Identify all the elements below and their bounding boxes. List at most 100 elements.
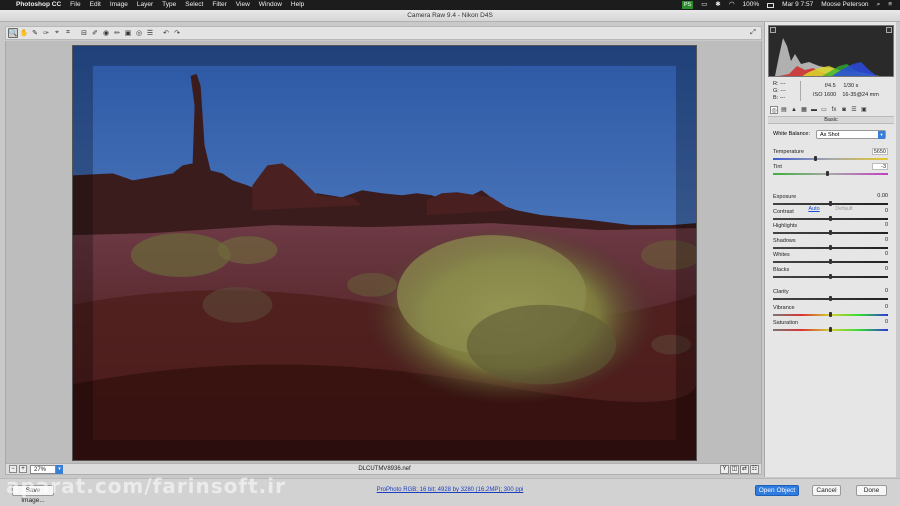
targeted-adjustment-tool-icon[interactable]: ⌖: [52, 28, 62, 38]
readout-b: B: ---: [773, 95, 786, 101]
slider-exposure[interactable]: Exposure 0.00: [773, 193, 888, 208]
slider-value-shadows[interactable]: 0: [872, 237, 888, 244]
slider-track-tint[interactable]: [773, 173, 888, 175]
tab-snapshots-icon[interactable]: ▣: [860, 106, 868, 114]
shadow-clipping-toggle[interactable]: [770, 27, 776, 33]
swap-icon[interactable]: ⇄: [740, 465, 749, 474]
slider-thumb-exposure[interactable]: [829, 201, 832, 206]
slider-highlights[interactable]: Highlights 0: [773, 222, 888, 237]
tab-split-toning-icon[interactable]: ▬: [810, 106, 818, 114]
slider-value-exposure[interactable]: 0.00: [872, 193, 888, 200]
readout-r: R: ---: [773, 81, 786, 87]
spot-removal-tool-icon[interactable]: ✐: [90, 28, 100, 38]
slider-value-saturation[interactable]: 0: [872, 319, 888, 326]
menu-help[interactable]: Help: [291, 0, 304, 10]
slider-track-temperature[interactable]: [773, 158, 888, 160]
photo-preview[interactable]: [72, 45, 697, 461]
menu-file[interactable]: File: [70, 0, 80, 10]
user-name[interactable]: Moose Peterson: [821, 0, 868, 10]
slider-value-whites[interactable]: 0: [872, 251, 888, 258]
slider-thumb-saturation[interactable]: [829, 327, 832, 332]
tab-lens-corrections-icon[interactable]: ▭: [820, 106, 828, 114]
slider-label-exposure: Exposure: [773, 194, 797, 200]
slider-thumb-whites[interactable]: [829, 259, 832, 264]
slider-value-vibrance[interactable]: 0: [872, 304, 888, 311]
battery-percent[interactable]: 100%: [743, 0, 760, 10]
menu-type[interactable]: Type: [162, 0, 176, 10]
slider-thumb-temperature[interactable]: [814, 156, 818, 161]
airplay-icon[interactable]: ▭: [701, 0, 707, 10]
slider-vibrance[interactable]: Vibrance 0: [773, 304, 888, 319]
tab-hsl-icon[interactable]: ▦: [800, 106, 808, 114]
slider-value-highlights[interactable]: 0: [872, 222, 888, 229]
color-sampler-tool-icon[interactable]: ✑: [41, 28, 51, 38]
clock[interactable]: Mar 9 7:57: [782, 0, 813, 10]
tab-tone-curve-icon[interactable]: ▤: [780, 106, 788, 114]
zoom-tool-icon[interactable]: 🔍: [8, 28, 18, 38]
battery-icon: [767, 2, 775, 8]
bluetooth-icon[interactable]: ✱: [715, 0, 720, 10]
done-button[interactable]: Done: [856, 485, 887, 496]
slider-shadows[interactable]: Shadows 0: [773, 237, 888, 252]
settings-copy-icon[interactable]: ☷: [750, 465, 759, 474]
open-object-button[interactable]: Open Object: [755, 485, 799, 496]
slider-tint[interactable]: Tint -3: [773, 163, 888, 178]
tab-detail-icon[interactable]: ▲: [790, 106, 798, 114]
slider-value-blacks[interactable]: 0: [872, 266, 888, 273]
white-balance-tool-icon[interactable]: ✎: [30, 28, 40, 38]
preferences-tool-icon[interactable]: ☰: [145, 28, 155, 38]
slider-temperature[interactable]: Temperature 5650: [773, 148, 888, 163]
menu-edit[interactable]: Edit: [90, 0, 101, 10]
slider-whites[interactable]: Whites 0: [773, 251, 888, 266]
slider-thumb-shadows[interactable]: [829, 245, 832, 250]
slider-thumb-blacks[interactable]: [829, 274, 832, 279]
menu-image[interactable]: Image: [110, 0, 128, 10]
menu-window[interactable]: Window: [259, 0, 282, 10]
radial-filter-tool-icon[interactable]: ◎: [134, 28, 144, 38]
menu-app-name[interactable]: Photoshop CC: [16, 0, 61, 10]
straighten-tool-icon[interactable]: ⊟: [79, 28, 89, 38]
menu-list-icon[interactable]: ≡: [888, 0, 892, 10]
white-balance-select[interactable]: As Shot ▾: [816, 130, 886, 139]
tab-presets-icon[interactable]: ☰: [850, 106, 858, 114]
hand-tool-icon[interactable]: ✋: [19, 28, 29, 38]
adjustment-brush-tool-icon[interactable]: ✏: [112, 28, 122, 38]
slider-saturation[interactable]: Saturation 0: [773, 319, 888, 334]
photoshop-status-icon[interactable]: PS: [681, 1, 694, 9]
tab-camera-calibration-icon[interactable]: ◙: [840, 106, 848, 114]
wifi-icon[interactable]: ◠: [729, 0, 735, 10]
search-icon[interactable]: ⌕: [877, 0, 881, 10]
readout-divider: [800, 81, 801, 101]
cancel-button[interactable]: Cancel: [812, 485, 841, 496]
menu-layer[interactable]: Layer: [137, 0, 153, 10]
before-after-icon[interactable]: ◫: [730, 465, 739, 474]
slider-value-contrast[interactable]: 0: [872, 208, 888, 215]
fullscreen-toggle-icon[interactable]: ⤢: [748, 28, 758, 38]
slider-value-tint[interactable]: -3: [872, 163, 888, 170]
slider-label-temperature: Temperature: [773, 149, 804, 155]
rotate-left-tool-icon[interactable]: ↶: [161, 28, 171, 38]
slider-thumb-contrast[interactable]: [829, 216, 832, 221]
slider-thumb-highlights[interactable]: [829, 230, 832, 235]
landscape-image: [73, 46, 696, 460]
crop-tool-icon[interactable]: ⌗: [63, 28, 73, 38]
slider-value-clarity[interactable]: 0: [872, 288, 888, 295]
menu-view[interactable]: View: [236, 0, 250, 10]
tab-fx-icon[interactable]: fx: [830, 106, 838, 114]
preview-toggle-icon[interactable]: Y: [720, 465, 729, 474]
highlight-clipping-toggle[interactable]: [886, 27, 892, 33]
tab-basic-icon[interactable]: ◎: [770, 106, 778, 114]
rotate-right-tool-icon[interactable]: ↷: [172, 28, 182, 38]
slider-clarity[interactable]: Clarity 0: [773, 288, 888, 303]
preview-area: [5, 41, 762, 463]
slider-thumb-clarity[interactable]: [829, 296, 832, 301]
slider-blacks[interactable]: Blacks 0: [773, 266, 888, 281]
slider-thumb-vibrance[interactable]: [829, 312, 832, 317]
menu-select[interactable]: Select: [185, 0, 203, 10]
slider-contrast[interactable]: Contrast 0: [773, 208, 888, 223]
graduated-filter-tool-icon[interactable]: ▣: [123, 28, 133, 38]
slider-thumb-tint[interactable]: [825, 171, 829, 176]
menu-filter[interactable]: Filter: [212, 0, 226, 10]
red-eye-tool-icon[interactable]: ◉: [101, 28, 111, 38]
slider-value-temperature[interactable]: 5650: [872, 148, 888, 155]
